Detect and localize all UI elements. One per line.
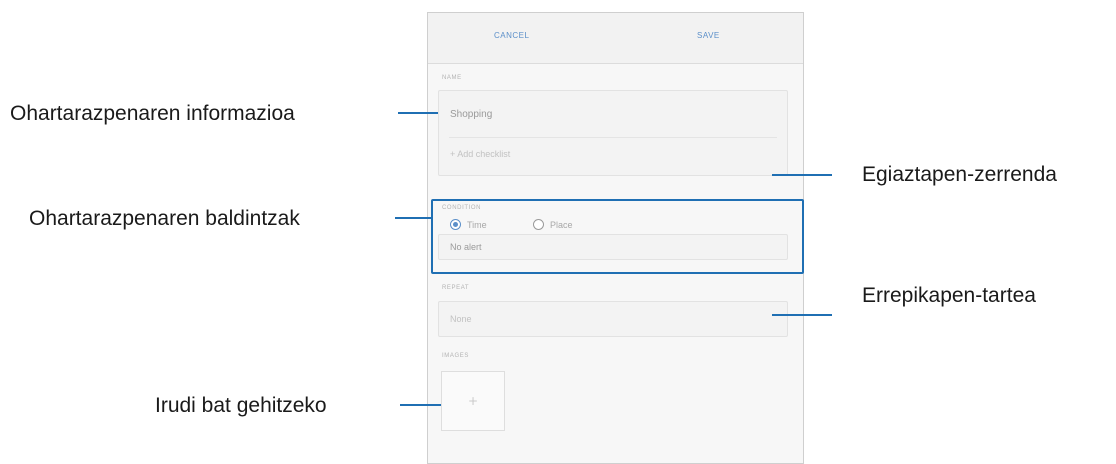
callout-repeat-interval: Errepikapen-tartea — [862, 284, 1036, 307]
callout-reminder-info: Ohartarazpenaren informazioa — [10, 102, 295, 125]
reminder-name-input[interactable]: Shopping — [450, 109, 492, 120]
leader-line-conditions — [395, 217, 432, 219]
leader-line-info — [398, 112, 438, 114]
top-action-bar: CANCEL SAVE — [428, 13, 803, 64]
callout-checklist: Egiaztapen-zerrenda — [862, 163, 1057, 186]
repeat-section-label: REPEAT — [442, 285, 470, 291]
reminder-info-card: Shopping + Add checklist — [438, 90, 788, 176]
images-section-label: IMAGES — [442, 353, 469, 359]
callout-reminder-conditions: Ohartarazpenaren baldintzak — [29, 207, 300, 230]
leader-line-add-image — [400, 404, 441, 406]
add-image-button[interactable]: + — [441, 371, 505, 431]
callout-add-image: Irudi bat gehitzeko — [155, 394, 327, 417]
leader-line-checklist — [772, 174, 832, 176]
conditions-highlight-frame — [431, 199, 804, 274]
leader-line-repeat — [772, 314, 832, 316]
repeat-value: None — [450, 314, 472, 324]
card-divider — [449, 137, 777, 138]
repeat-field[interactable]: None — [438, 301, 788, 337]
cancel-button[interactable]: CANCEL — [494, 31, 529, 40]
save-button[interactable]: SAVE — [697, 31, 720, 40]
plus-icon: + — [467, 394, 479, 408]
add-checklist-button[interactable]: + Add checklist — [450, 149, 510, 159]
name-section-label: NAME — [442, 75, 462, 81]
